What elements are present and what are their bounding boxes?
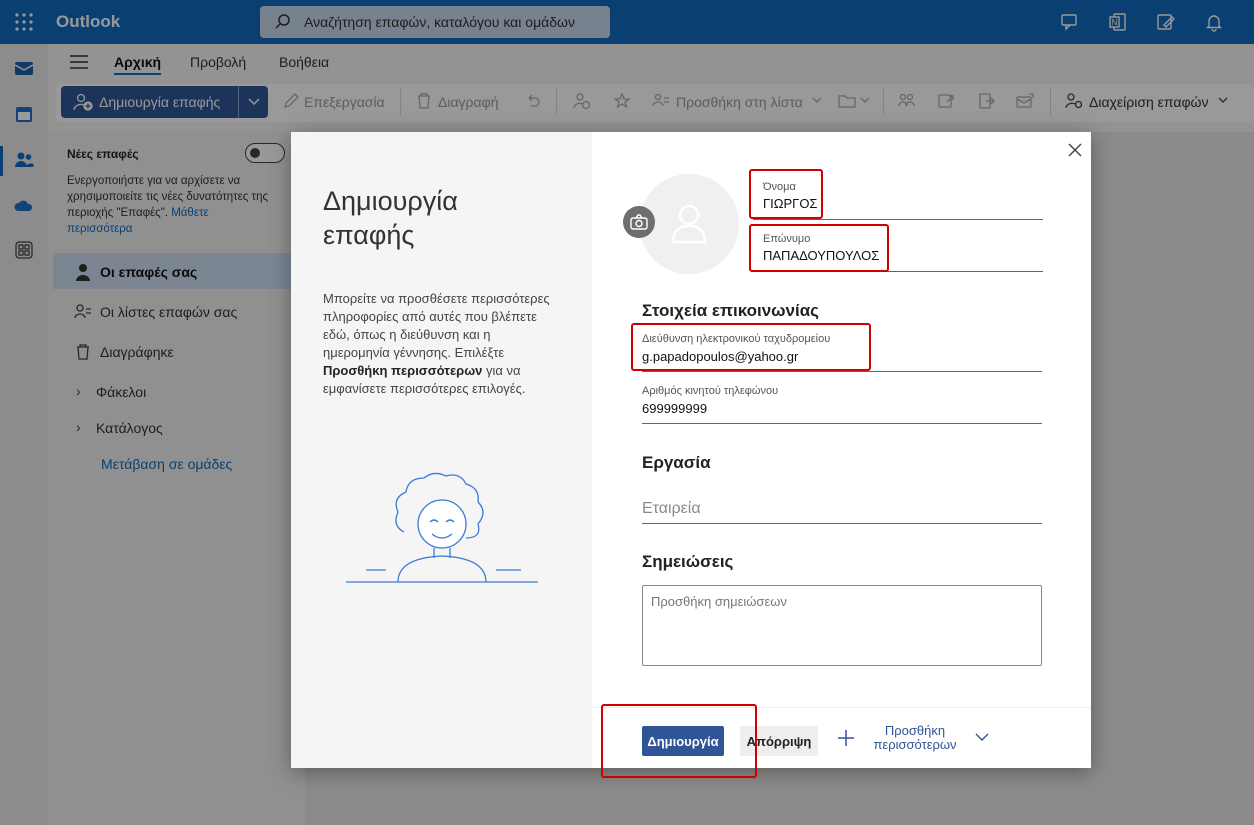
person-illustration (346, 472, 538, 583)
mobile-phone-label: Αριθμός κινητού τηλεφώνου (642, 385, 779, 397)
dialog-info-panel: Δημιουργία επαφής Μπορείτε να προσθέσετε… (291, 132, 592, 768)
mobile-phone-input[interactable]: 699999999 (642, 401, 707, 416)
desc-bold: Προσθήκη περισσότερων (323, 363, 483, 378)
company-underline (642, 523, 1042, 524)
first-name-underline (753, 219, 1043, 220)
notes-textarea[interactable]: Προσθήκη σημειώσεων (642, 585, 1042, 666)
add-photo-button[interactable] (623, 206, 655, 238)
notes-heading: Σημειώσεις (642, 552, 734, 571)
highlight-box (601, 704, 757, 778)
highlight-box (749, 169, 823, 219)
notes-placeholder: Προσθήκη σημειώσεων (651, 594, 787, 609)
contact-info-heading: Στοιχεία επικοινωνίας (642, 301, 819, 320)
highlight-box (631, 323, 871, 371)
plus-icon[interactable] (836, 728, 856, 748)
work-heading: Εργασία (642, 453, 711, 472)
mobile-phone-underline (642, 423, 1042, 424)
chevron-down-icon[interactable] (975, 732, 989, 742)
camera-icon (630, 214, 648, 230)
highlight-box (749, 224, 889, 272)
add-more-button[interactable]: Προσθήκη περισσότερων (863, 724, 967, 752)
company-input[interactable]: Εταιρεία (642, 500, 701, 518)
desc-text-1: Μπορείτε να προσθέσετε περισσότερες πληρ… (323, 291, 550, 360)
create-contact-dialog: Δημιουργία επαφής Μπορείτε να προσθέσετε… (291, 132, 1091, 778)
dialog-title: Δημιουργία επαφής (323, 186, 458, 250)
dialog-description: Μπορείτε να προσθέσετε περισσότερες πληρ… (323, 290, 553, 398)
person-outline-icon (671, 204, 707, 244)
close-icon[interactable] (1066, 141, 1084, 159)
email-underline (642, 371, 1042, 372)
